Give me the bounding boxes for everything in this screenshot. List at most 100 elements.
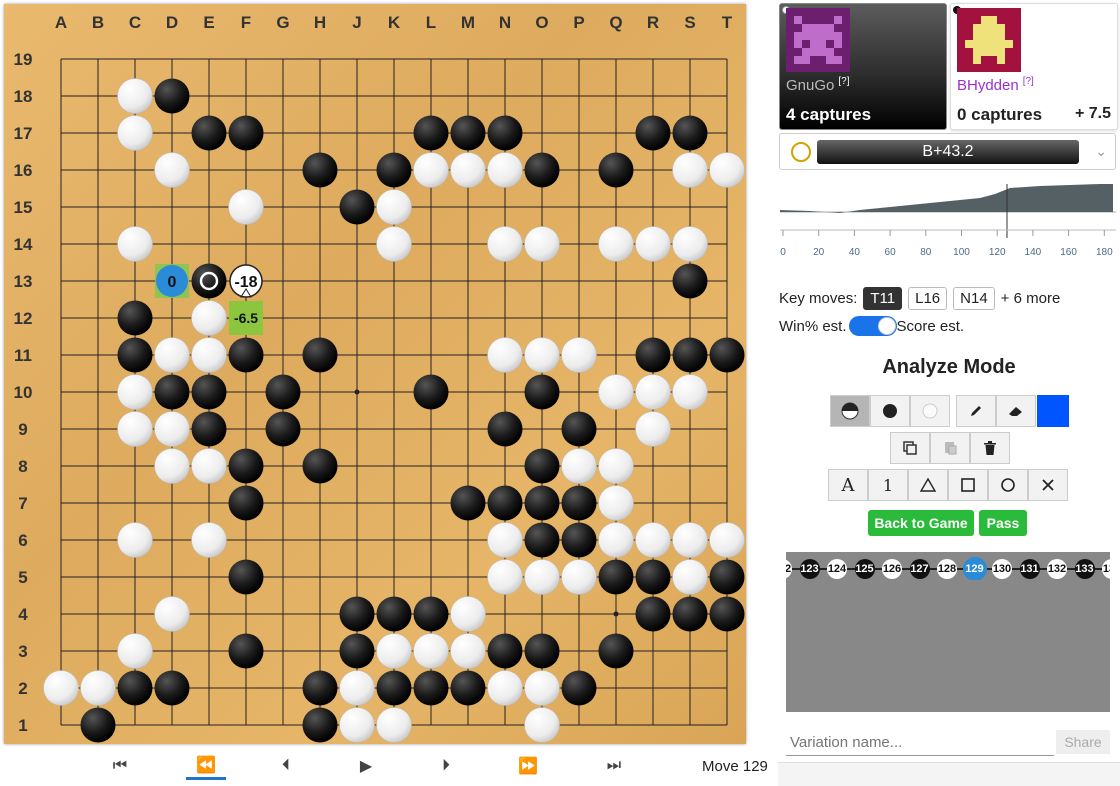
- white-stone[interactable]: [191, 337, 227, 373]
- white-stone[interactable]: [117, 411, 153, 447]
- alternate-stone-tool[interactable]: [830, 395, 870, 427]
- black-stone[interactable]: [487, 633, 523, 669]
- pass-button[interactable]: Pass: [979, 510, 1027, 536]
- last-move-stone[interactable]: [191, 263, 227, 299]
- white-stone[interactable]: [413, 633, 449, 669]
- black-stone[interactable]: [524, 152, 560, 188]
- white-stone[interactable]: [487, 559, 523, 595]
- white-stone[interactable]: [487, 670, 523, 706]
- black-stone[interactable]: [561, 485, 597, 521]
- move-tree-strip[interactable]: 122 123 124 125 126 127 128129130 131 132 133 134: [786, 556, 1110, 580]
- black-stone[interactable]: [191, 374, 227, 410]
- white-stone[interactable]: [154, 596, 190, 632]
- white-stone[interactable]: [413, 152, 449, 188]
- black-stone[interactable]: [228, 115, 264, 151]
- move-tree-node[interactable]: 123: [799, 559, 820, 579]
- white-stone[interactable]: [339, 707, 375, 743]
- black-stone[interactable]: [450, 670, 486, 706]
- white-stone[interactable]: [524, 707, 560, 743]
- white-stone[interactable]: [635, 411, 671, 447]
- white-stone[interactable]: [524, 226, 560, 262]
- white-stone[interactable]: [339, 670, 375, 706]
- black-stone[interactable]: [561, 411, 597, 447]
- previous-move-button[interactable]: ⏴: [266, 752, 306, 780]
- black-stone[interactable]: [672, 596, 708, 632]
- black-stone[interactable]: [339, 633, 375, 669]
- black-stone[interactable]: [635, 115, 671, 151]
- white-stone[interactable]: [524, 670, 560, 706]
- black-stone[interactable]: [561, 670, 597, 706]
- color-picker[interactable]: [1037, 395, 1069, 427]
- draw-tool[interactable]: [956, 395, 996, 427]
- move-tree-node[interactable]: 126: [882, 559, 902, 579]
- white-stone[interactable]: [154, 411, 190, 447]
- black-stone[interactable]: [228, 559, 264, 595]
- black-stone[interactable]: [376, 152, 412, 188]
- black-stone[interactable]: [635, 337, 671, 373]
- white-stone[interactable]: [117, 226, 153, 262]
- black-stone[interactable]: [672, 115, 708, 151]
- black-stone[interactable]: [598, 559, 634, 595]
- black-stone[interactable]: [228, 633, 264, 669]
- triangle-mark-tool[interactable]: [908, 469, 948, 501]
- black-rank-hint[interactable]: [?]: [1023, 76, 1034, 87]
- black-stone[interactable]: [302, 670, 338, 706]
- white-stone[interactable]: [487, 152, 523, 188]
- white-stone[interactable]: [450, 633, 486, 669]
- white-stone[interactable]: [117, 374, 153, 410]
- white-stone[interactable]: [635, 374, 671, 410]
- white-stone[interactable]: [154, 152, 190, 188]
- next-move-button[interactable]: ⏵: [426, 752, 466, 780]
- black-stone[interactable]: [228, 485, 264, 521]
- black-stone[interactable]: [228, 448, 264, 484]
- move-tree-node[interactable]: 129: [962, 557, 987, 580]
- white-stone[interactable]: [524, 337, 560, 373]
- white-player-avatar[interactable]: [786, 8, 850, 72]
- white-stone[interactable]: [154, 337, 190, 373]
- move-tree[interactable]: 122 123 124 125 126 127 128129130 131 132 133 134: [786, 552, 1110, 712]
- move-tree-node[interactable]: 134: [1102, 559, 1110, 579]
- key-move-button[interactable]: T11: [863, 287, 903, 310]
- estimate-toggle[interactable]: [848, 316, 897, 336]
- white-stone[interactable]: [376, 707, 412, 743]
- black-stone[interactable]: [598, 152, 634, 188]
- play-button[interactable]: ▶: [346, 752, 386, 780]
- black-player-name[interactable]: BHydden [?]: [957, 76, 1034, 94]
- black-stone[interactable]: [635, 596, 671, 632]
- white-stone[interactable]: [228, 189, 264, 225]
- white-stone[interactable]: [487, 337, 523, 373]
- black-stone[interactable]: [154, 670, 190, 706]
- label-letter-tool[interactable]: A: [828, 469, 868, 501]
- black-stone[interactable]: [117, 300, 153, 336]
- black-stone[interactable]: [450, 485, 486, 521]
- key-move-button[interactable]: L16: [908, 287, 948, 310]
- black-stone[interactable]: [265, 411, 301, 447]
- white-stone[interactable]: [487, 226, 523, 262]
- white-stone[interactable]: [598, 226, 634, 262]
- white-rank-hint[interactable]: [?]: [838, 76, 849, 87]
- white-stone[interactable]: [709, 522, 745, 558]
- move-tree-node[interactable]: 124: [827, 559, 847, 579]
- black-stone[interactable]: [376, 596, 412, 632]
- move-tree-node[interactable]: 132: [1047, 559, 1067, 579]
- black-stone[interactable]: [339, 189, 375, 225]
- white-stone[interactable]: [80, 670, 116, 706]
- white-stone[interactable]: [561, 559, 597, 595]
- move-tree-node[interactable]: 122: [786, 559, 792, 579]
- black-stone[interactable]: [524, 485, 560, 521]
- black-stone[interactable]: [413, 670, 449, 706]
- white-stone[interactable]: [191, 448, 227, 484]
- back-ten-button[interactable]: ⏪: [186, 752, 226, 780]
- white-stone[interactable]: [117, 633, 153, 669]
- black-stone[interactable]: [80, 707, 116, 743]
- white-stone[interactable]: [635, 522, 671, 558]
- white-stone[interactable]: [635, 226, 671, 262]
- share-button[interactable]: Share: [1056, 730, 1110, 754]
- black-stone[interactable]: [376, 670, 412, 706]
- black-stone[interactable]: [672, 263, 708, 299]
- white-stone[interactable]: [561, 448, 597, 484]
- black-stone[interactable]: [524, 448, 560, 484]
- move-tree-node[interactable]: 128: [937, 559, 957, 579]
- white-player-card[interactable]: GnuGo [?] 4 captures: [779, 3, 947, 130]
- white-stone[interactable]: [450, 596, 486, 632]
